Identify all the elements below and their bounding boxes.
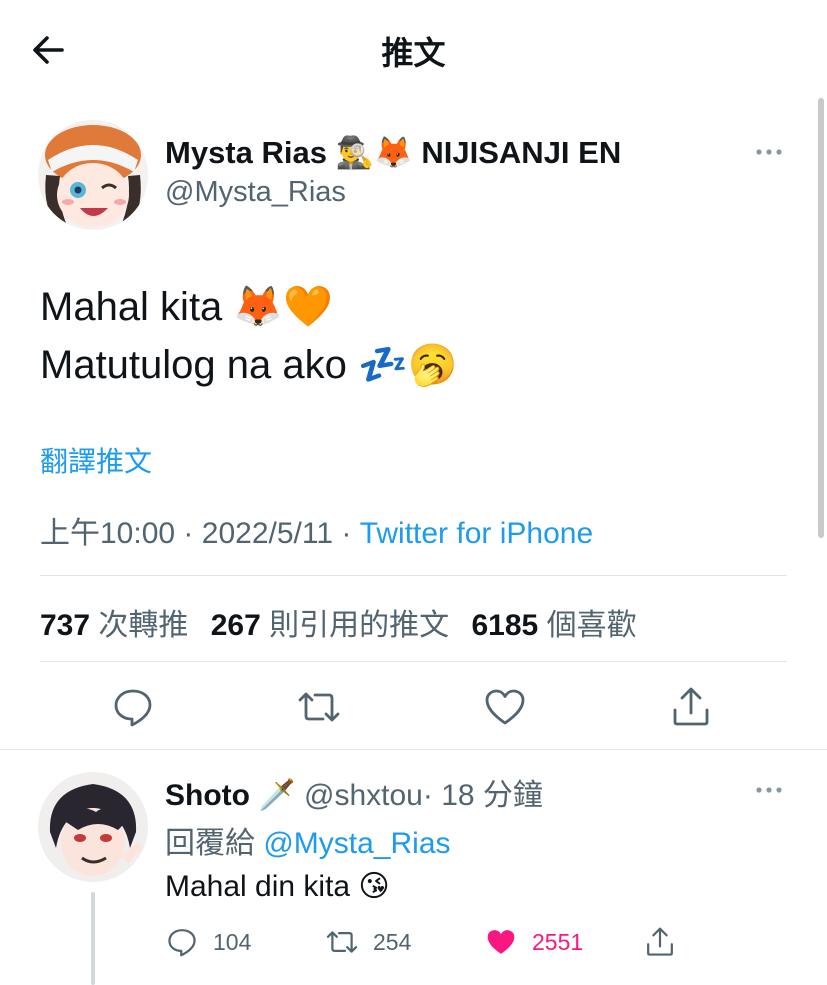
replying-to-label: 回覆給 xyxy=(165,827,255,860)
retweet-icon[interactable] xyxy=(296,684,342,730)
like-count: 6185 xyxy=(471,609,539,642)
likes-label: 個喜歡 xyxy=(546,609,637,642)
tweet-time[interactable]: 上午10:00 xyxy=(40,517,175,550)
divider xyxy=(40,575,787,576)
share-icon xyxy=(647,927,673,956)
more-icon[interactable] xyxy=(752,778,786,802)
replying-to-handle[interactable]: @Mysta_Rias xyxy=(263,827,450,860)
meta-separator: · xyxy=(183,517,194,550)
tweet-stats: 737 次轉推 267 則引用的推文 6185 個喜歡 xyxy=(40,600,637,644)
reply-reply-button[interactable]: 104 xyxy=(165,922,251,962)
reply-timestamp[interactable]: 18 分鐘 xyxy=(441,779,543,812)
tweet-text: Mahal kita 🦊🧡 Matutulog na ako 💤🥱 xyxy=(40,278,458,394)
divider xyxy=(0,749,827,750)
scrollbar[interactable] xyxy=(818,98,824,538)
tweet-text-line-2: Matutulog na ako 💤🥱 xyxy=(40,343,458,387)
like-count: 2551 xyxy=(532,928,584,955)
author-display-name[interactable]: Mysta Rias 🕵️‍♂️🦊 NIJISANJI EN xyxy=(165,134,621,171)
reply-like-button[interactable]: 2551 xyxy=(484,922,583,962)
tweet-text-line-1: Mahal kita 🦊🧡 xyxy=(40,285,334,329)
like-icon xyxy=(487,930,515,954)
retweet-icon xyxy=(326,931,358,953)
retweet-count: 737 xyxy=(40,609,91,642)
quotes-stat[interactable]: 267 則引用的推文 xyxy=(211,609,449,642)
more-icon[interactable] xyxy=(752,140,786,164)
reply-header: Shoto 🗡️ @shxtou· 18 分鐘 xyxy=(165,770,543,814)
divider xyxy=(40,661,787,662)
thread-line xyxy=(91,892,95,985)
tweet-meta: 上午10:00 · 2022/5/11 · Twitter for iPhone xyxy=(40,508,593,552)
reply-text: Mahal din kita 😘 xyxy=(165,870,390,903)
share-icon[interactable] xyxy=(668,684,714,730)
replying-to: 回覆給 @Mysta_Rias xyxy=(165,818,451,862)
quotes-label: 則引用的推文 xyxy=(269,609,450,642)
reply-author-name[interactable]: Shoto 🗡️ xyxy=(165,779,296,812)
reply-icon xyxy=(168,929,196,957)
retweets-label: 次轉推 xyxy=(98,609,189,642)
tweet-source[interactable]: Twitter for iPhone xyxy=(360,517,593,550)
reply-share-button[interactable] xyxy=(643,922,691,962)
retweets-stat[interactable]: 737 次轉推 xyxy=(40,609,188,642)
reply-retweet-button[interactable]: 254 xyxy=(325,922,411,962)
author-handle[interactable]: @Mysta_Rias xyxy=(165,176,346,209)
reply-icon[interactable] xyxy=(110,684,156,730)
translate-tweet-link[interactable]: 翻譯推文 xyxy=(40,440,152,480)
reply-separator: · xyxy=(422,779,433,812)
retweet-count: 254 xyxy=(373,928,412,955)
quote-count: 267 xyxy=(210,609,261,642)
page-title: 推文 xyxy=(381,35,446,71)
likes-stat[interactable]: 6185 個喜歡 xyxy=(472,609,637,642)
reply-author-handle[interactable]: @shxtou xyxy=(304,779,423,812)
tweet-date[interactable]: 2022/5/11 xyxy=(202,517,333,550)
reply-count: 104 xyxy=(213,928,252,955)
meta-separator: · xyxy=(341,517,352,550)
reply-author-avatar[interactable] xyxy=(38,772,148,882)
like-icon[interactable] xyxy=(482,684,528,730)
author-avatar[interactable] xyxy=(38,120,148,230)
